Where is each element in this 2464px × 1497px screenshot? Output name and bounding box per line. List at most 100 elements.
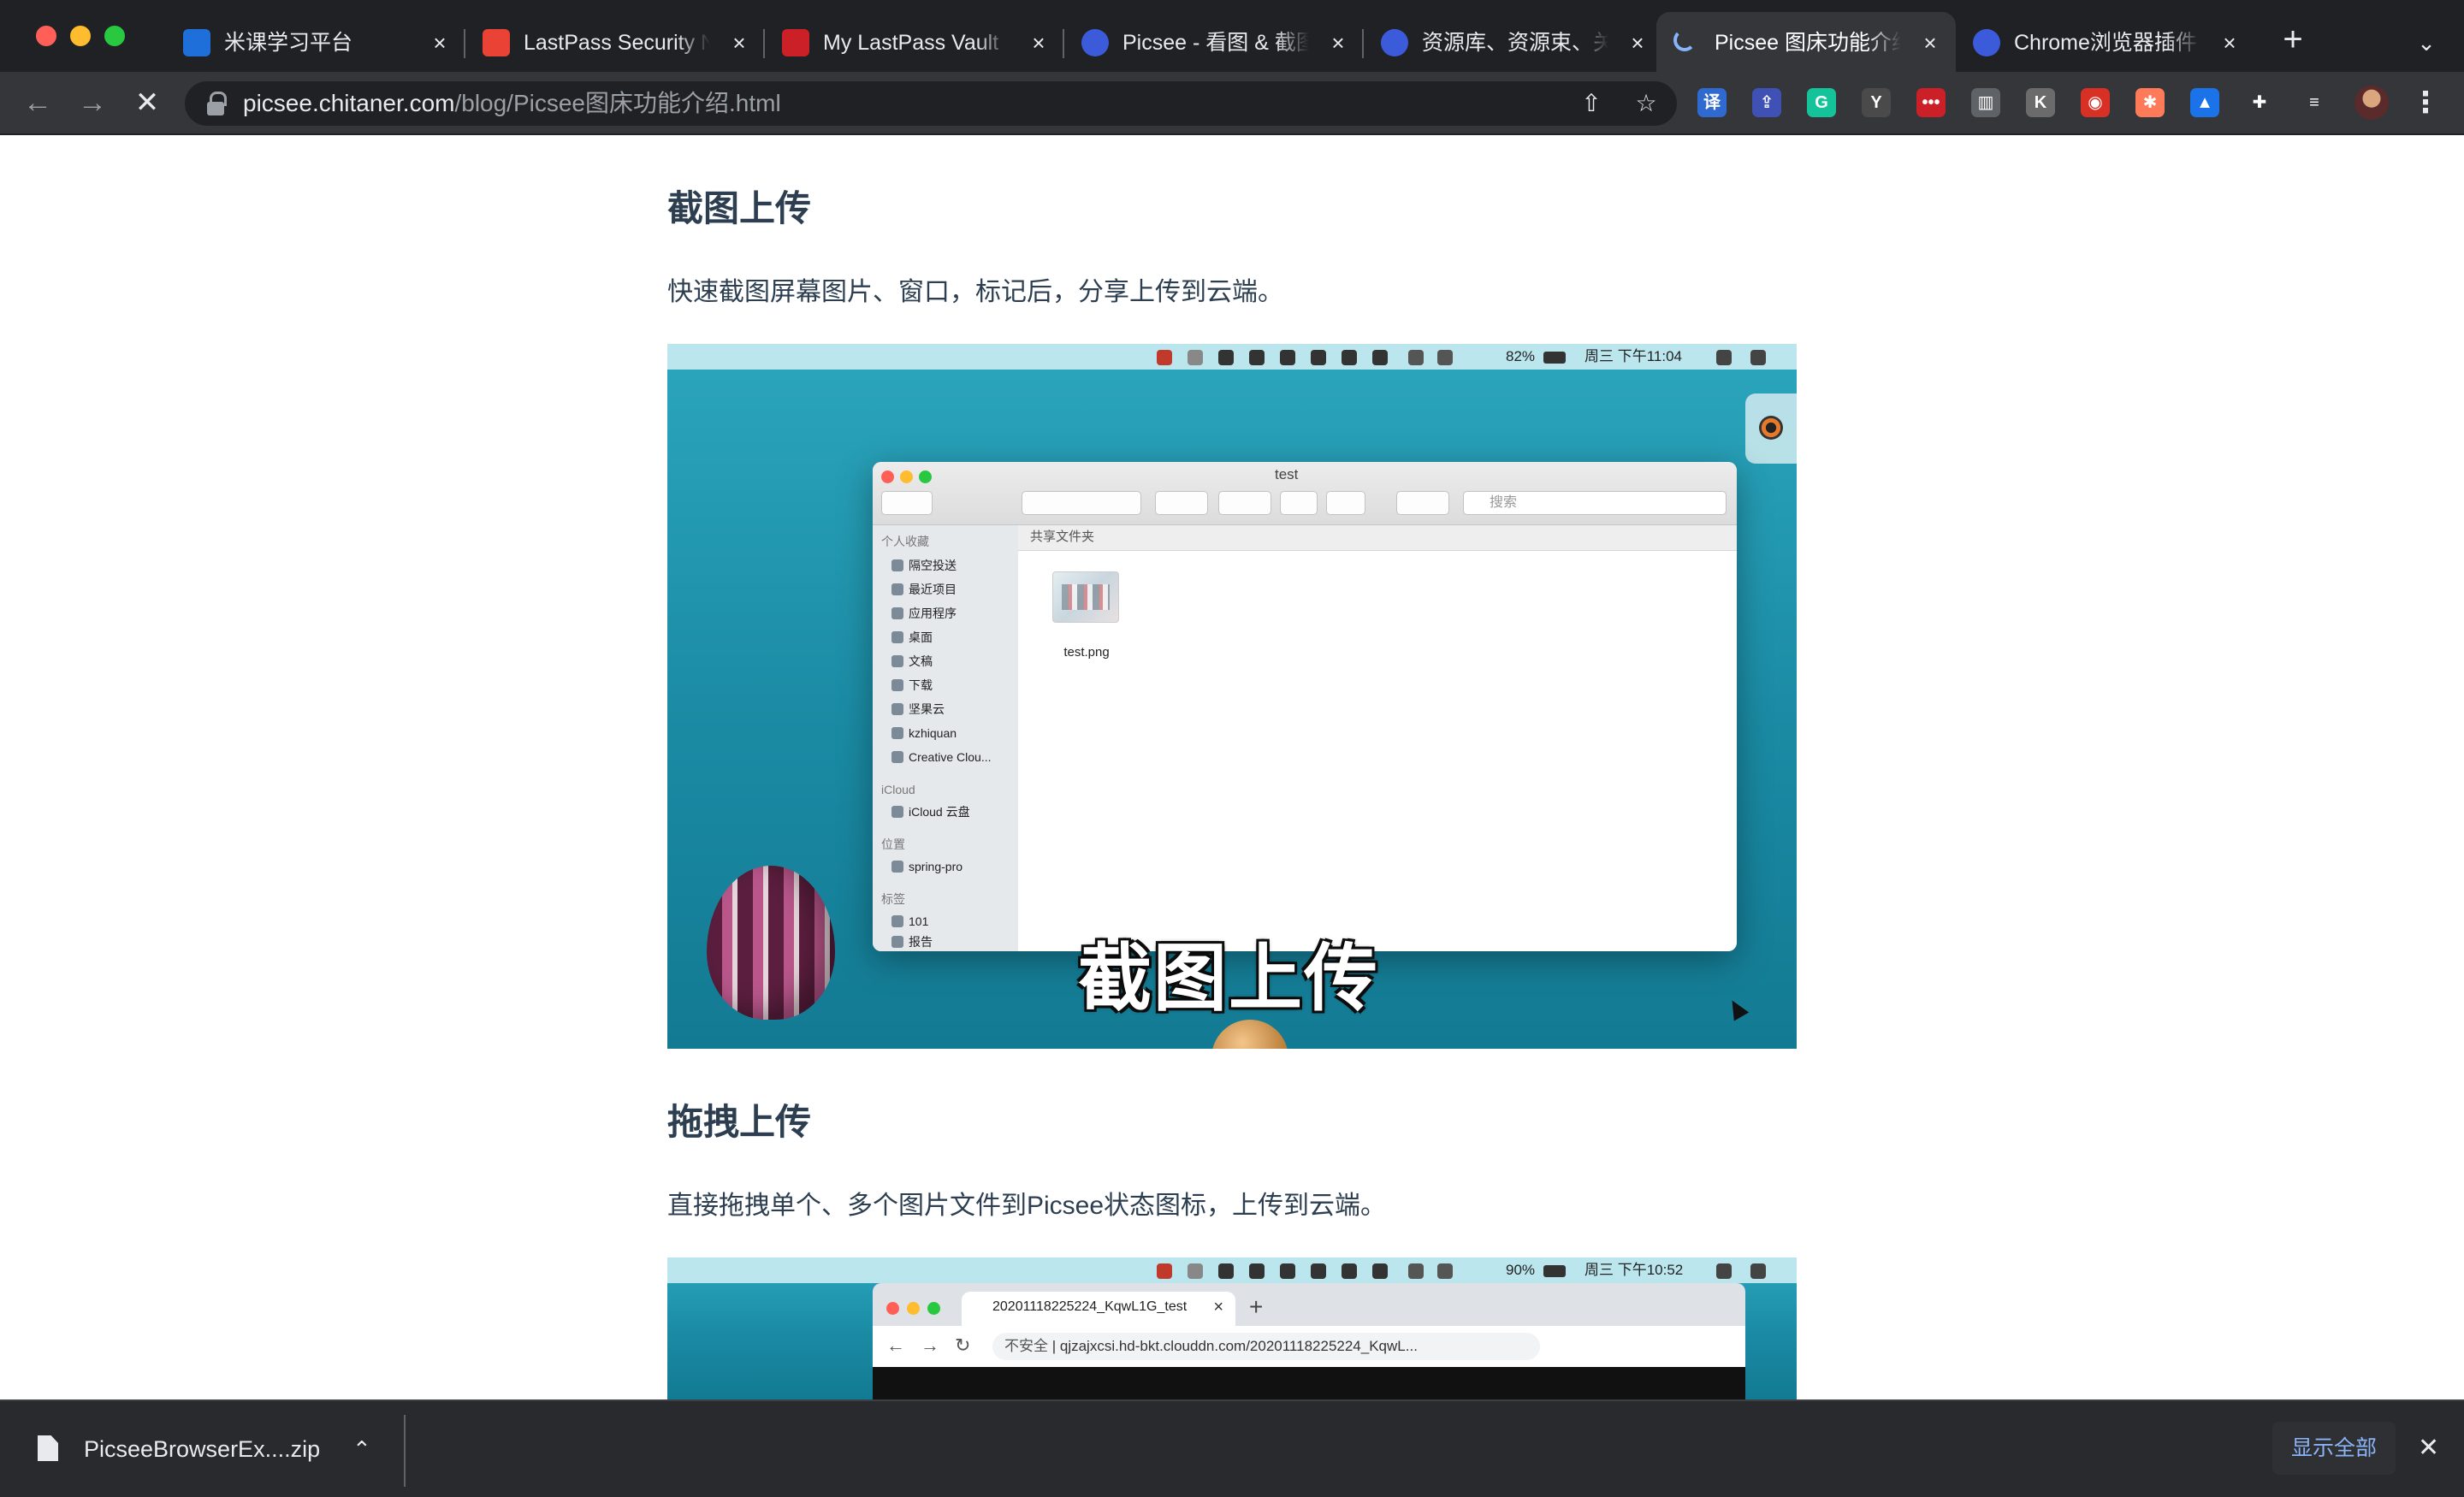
picsee-menubar-icon (1157, 1263, 1172, 1279)
tab[interactable]: Chrome浏览器插件 × (1956, 12, 2255, 72)
lock-icon[interactable] (207, 92, 227, 115)
zoom-window-button[interactable] (104, 26, 125, 46)
address-bar[interactable]: picsee.chitaner.com/blog/Picsee图床功能介绍.ht… (185, 81, 1677, 126)
not-secure-label: 不安全 (1004, 1338, 1048, 1354)
picsee-icon (1081, 29, 1109, 56)
wifi-icon (1408, 1263, 1424, 1279)
forward-button[interactable]: → (75, 86, 110, 120)
close-tab-icon[interactable]: × (1624, 29, 1651, 56)
sidebar-item-label: 101 (909, 914, 929, 928)
translate-ext-icon[interactable]: 译 (1697, 88, 1727, 117)
chevron-up-icon[interactable]: ⌃ (352, 1435, 371, 1463)
share-icon[interactable]: ⇧ (1578, 90, 1605, 117)
section-heading-screenshot-upload: 截图上传 (667, 188, 812, 228)
hubspot-ext-icon[interactable]: ✱ (2135, 88, 2165, 117)
close-window-button[interactable] (36, 26, 56, 46)
new-tab-button[interactable]: + (2277, 22, 2308, 56)
tab[interactable]: Picsee 图床功能介绍 × (1656, 12, 1956, 72)
uploader-ext-icon[interactable]: ⇪ (1752, 88, 1781, 117)
mac-menu-bar: 90% 周三 下午10:52 (667, 1257, 1797, 1283)
k-ext-icon[interactable]: K (2026, 88, 2055, 117)
finder-title: test (1275, 466, 1299, 482)
puzzle-ext-icon[interactable]: ✚ (2245, 88, 2274, 117)
finder-cloud-button (1396, 491, 1449, 515)
sidebar-item: 下载 (891, 677, 933, 693)
mountain-ext-icon[interactable]: ▲ (2190, 88, 2219, 117)
finder-minimize-dot (900, 470, 913, 483)
tab[interactable]: 资源库、资源束、关 × (1364, 12, 1663, 72)
finder-share-button (1280, 491, 1318, 515)
stop-loading-button[interactable]: ✕ (130, 86, 164, 120)
mouse-cursor-icon (1724, 996, 1750, 1021)
tab[interactable]: LastPass Security N × (465, 12, 765, 72)
close-tab-icon[interactable]: × (726, 29, 753, 56)
drag-upload-demo-image: 90% 周三 下午10:52 20201118225224_KqwL1G_tes… (667, 1257, 1797, 1399)
embedded-tab-title: 20201118225224_KqwL1G_test (992, 1299, 1188, 1314)
menubar-icon (1280, 350, 1295, 365)
picsee-camera-icon (1745, 393, 1797, 464)
embedded-tab: 20201118225224_KqwL1G_test × (962, 1292, 1235, 1326)
download-file-name[interactable]: PicseeBrowserEx....zip (84, 1434, 320, 1464)
new-tab-icon: + (1249, 1293, 1264, 1320)
file-icon (38, 1435, 58, 1461)
grammarly-ext-icon[interactable]: G (1807, 88, 1836, 117)
mac-menu-bar: 82% 周三 下午11:04 (667, 344, 1797, 370)
back-button[interactable]: ← (21, 86, 55, 120)
close-icon: × (1213, 1298, 1223, 1317)
volume-icon (1437, 1263, 1453, 1279)
embedded-url: qjzajxcsi.hd-bkt.clouddn.com/20201118225… (1059, 1338, 1418, 1354)
sidebar-item-label: 文稿 (909, 654, 933, 668)
back-icon: ← (886, 1334, 905, 1356)
close-tab-icon[interactable]: × (426, 29, 453, 56)
menubar-icon (1249, 350, 1265, 365)
chrome-menu-icon[interactable]: ⋮ (2411, 86, 2440, 120)
url-path: /blog/Picsee图床功能介绍.html (454, 90, 781, 116)
sidebar-item: 最近项目 (891, 582, 957, 597)
ylab-ext-icon[interactable]: Y (1862, 88, 1891, 117)
sidebar-item: Creative Clou... (891, 749, 991, 765)
menubar-clock: 周三 下午10:52 (1584, 1262, 1684, 1278)
tab[interactable]: 米课学习平台 × (166, 12, 465, 72)
sidebar-item: iCloud 云盘 (891, 804, 970, 820)
playlist-ext-icon[interactable]: ≡ (2300, 88, 2329, 117)
pokeball-ext-icon[interactable]: ◉ (2081, 88, 2110, 117)
embedded-browser-window: 20201118225224_KqwL1G_test × + ← → ↻ 不安全… (873, 1283, 1745, 1399)
menubar-icon (1188, 1263, 1203, 1279)
tab[interactable]: Picsee - 看图 & 截图 × (1064, 12, 1364, 72)
tab[interactable]: My LastPass Vault × (765, 12, 1064, 72)
hot-air-balloon (1211, 1020, 1288, 1049)
close-icon[interactable]: ✕ (2418, 1434, 2439, 1463)
battery-percent: 90% (1506, 1262, 1536, 1278)
lastpass-ext-icon[interactable]: ••• (1916, 88, 1946, 117)
section-text-screenshot-upload: 快速截图屏幕图片、窗口，标记后，分享上传到云端。 (667, 278, 1283, 306)
menubar-icon (1218, 350, 1234, 365)
picsee-menubar-icon (1157, 350, 1172, 365)
menubar-icon (1311, 350, 1326, 365)
tab-strip: 米课学习平台 × LastPass Security N × My LastPass V… (0, 0, 2464, 72)
profile-avatar[interactable] (2354, 86, 2389, 120)
close-tab-icon[interactable]: × (1916, 29, 1944, 56)
minimize-window-button[interactable] (70, 26, 91, 46)
embedded-address-bar: 不安全 | qjzajxcsi.hd-bkt.clouddn.com/20201… (992, 1333, 1540, 1360)
sidebar-item: spring-pro (891, 859, 963, 874)
sidebar-item: 坚果云 (891, 701, 945, 717)
close-tab-icon[interactable]: × (1324, 29, 1352, 56)
tab-search-chevron-icon[interactable]: ⌄ (2411, 27, 2442, 58)
bookmark-star-icon[interactable]: ☆ (1632, 90, 1660, 117)
embedded-toolbar: ← → ↻ 不安全 | qjzajxcsi.hd-bkt.clouddn.com… (873, 1326, 1745, 1367)
show-all-downloads-button[interactable]: 显示全部 (2272, 1422, 2396, 1475)
forward-icon: → (921, 1334, 939, 1356)
close-tab-icon[interactable]: × (1025, 29, 1052, 56)
url-text[interactable]: picsee.chitaner.com/blog/Picsee图床功能介绍.ht… (243, 90, 781, 117)
menubar-icon (1218, 1263, 1234, 1279)
sidebar-item-label: 应用程序 (909, 606, 957, 620)
close-tab-icon[interactable]: × (2216, 29, 2243, 56)
sidebar-item-label: 下载 (909, 678, 933, 692)
trash-ext-icon[interactable]: ▥ (1971, 88, 2000, 117)
loading-icon (1673, 29, 1696, 51)
download-shelf: PicseeBrowserEx....zip ⌃ 显示全部 ✕ (0, 1399, 2464, 1497)
menubar-icon (1372, 1263, 1388, 1279)
finder-view-buttons (1022, 491, 1141, 515)
sidebar-item-label: spring-pro (909, 860, 963, 873)
sidebar-item: 报告 (891, 934, 933, 950)
